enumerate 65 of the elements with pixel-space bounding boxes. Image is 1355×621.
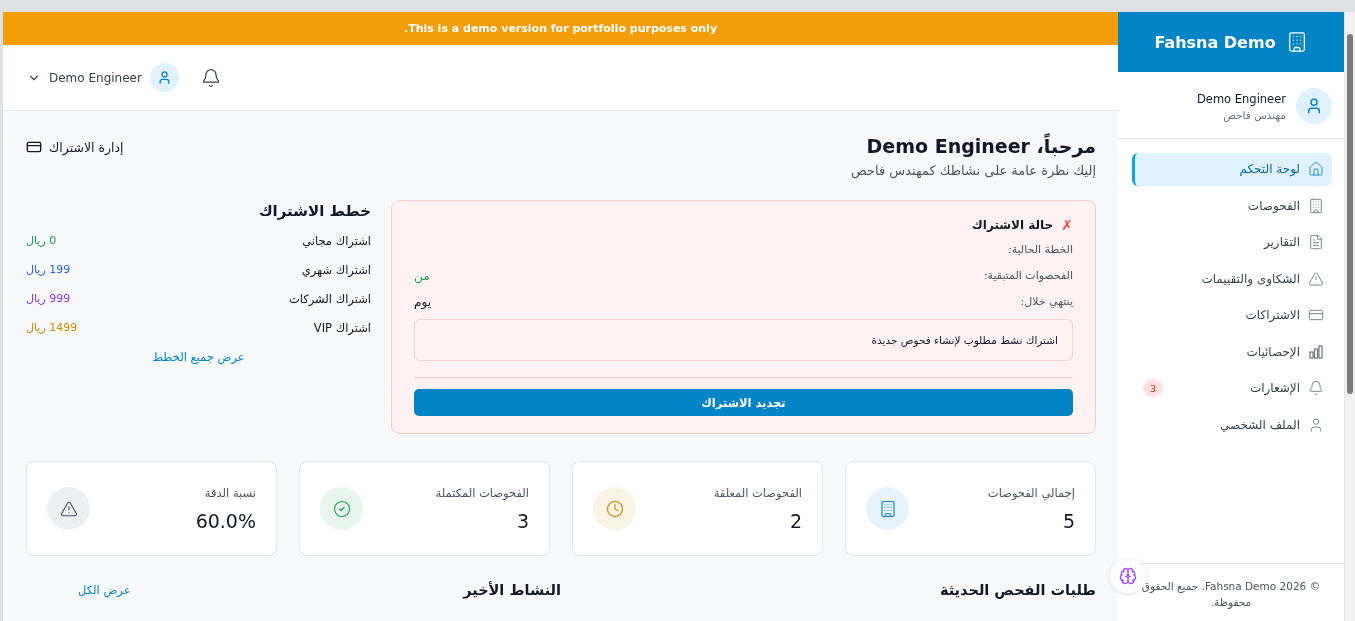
stat-value: 5 <box>1061 509 1075 532</box>
nav-item[interactable]: الفحوصات <box>1132 189 1332 222</box>
nav-item[interactable]: الإحصائيات <box>1132 335 1332 368</box>
plan-price: 999 ريال <box>26 292 71 305</box>
user-menu[interactable]: Demo Engineer <box>27 63 179 92</box>
nav-item[interactable]: الملف الشخصي <box>1132 408 1332 441</box>
user-icon <box>1308 416 1324 433</box>
status-value: يوم <box>414 295 431 311</box>
renew-button[interactable]: تجديد الاشتراك <box>414 389 1073 416</box>
stat-value: 2 <box>788 509 802 532</box>
notifications-button[interactable] <box>200 67 221 88</box>
welcome-title: مرحباً، Demo Engineer <box>865 135 1096 157</box>
plan-name: اشتراك شهري <box>301 263 371 277</box>
status-mark: ✗ <box>1061 217 1073 233</box>
document-icon <box>1308 234 1324 251</box>
building-icon <box>1308 197 1324 214</box>
plan-name: اشتراك مجاني <box>302 234 371 248</box>
view-all-link[interactable]: عرض الكل <box>78 583 131 597</box>
stat-value: 60.0% <box>195 509 256 532</box>
building-icon <box>878 499 897 518</box>
status-title: حالة الاشتراك <box>971 218 1054 232</box>
warning-icon <box>1308 270 1324 287</box>
welcome-subtitle: إليك نظرة عامة على نشاطك كمهندس فاحص <box>851 163 1096 178</box>
copyright-text: © Fahsna Demo 2026. جميع الحقوق محفوظة. <box>1140 579 1322 610</box>
bar-chart-icon <box>1308 343 1324 360</box>
stat-label: الفحوصات المكتملة <box>435 485 529 500</box>
stat-label: الفحوصات المعلقة <box>713 485 802 500</box>
home-icon <box>1308 161 1324 178</box>
plan-name: اشتراك VIP <box>313 321 371 335</box>
nav-item[interactable]: لوحة التحكم <box>1132 153 1332 186</box>
avatar <box>1296 88 1332 124</box>
plan-price: 1499 ريال <box>26 321 78 334</box>
plan-price: 199 ريال <box>26 263 71 276</box>
section-title: النشاط الأخير <box>463 582 561 598</box>
stat-label: نسبة الدقة <box>203 485 256 500</box>
status-label: ينتهي خلال: <box>1020 295 1073 310</box>
plan-name: اشتراك الشركات <box>288 292 371 306</box>
section-title: طلبات الفحص الحديثة <box>939 582 1096 598</box>
scrollbar[interactable] <box>1345 12 1355 621</box>
plan-price: 0 ريال <box>26 234 57 247</box>
user-name: Demo Engineer <box>1196 91 1286 106</box>
status-value: من <box>414 269 430 285</box>
card-icon <box>26 139 42 155</box>
banner-text: This is a demo version for portfolio purposes only. <box>403 22 718 35</box>
status-label: الفحصوات المتبقية: <box>983 269 1073 284</box>
stat-label: إجمالي الفحوصات <box>987 485 1075 500</box>
plans-title: خطط الاشتراك <box>257 202 371 220</box>
check-circle-icon <box>332 499 351 518</box>
brand-name: Fahsna Demo <box>1154 32 1276 52</box>
stat-value: 3 <box>515 509 529 532</box>
nav-item[interactable]: التقارير <box>1132 226 1332 259</box>
avatar <box>149 63 179 92</box>
warning-icon <box>59 499 78 518</box>
clock-icon <box>605 499 624 518</box>
nav-item[interactable]: الاشتراكات <box>1132 299 1332 332</box>
notification-count: 3 <box>1143 379 1163 398</box>
nav-item[interactable]: الشكاوى والتقييمات <box>1132 262 1332 295</box>
brain-icon <box>1119 567 1137 585</box>
notice-text: اشتراك نشط مطلوب لإنشاء فحوص جديدة <box>414 319 1073 361</box>
bell-icon <box>1308 380 1324 397</box>
status-label: الخطة الحالية: <box>1007 243 1073 258</box>
bell-icon <box>200 67 221 88</box>
all-plans-link[interactable]: عرض جميع الخطط <box>152 350 245 364</box>
user-role: مهندس فاحص <box>1222 108 1286 121</box>
manage-subscription-link[interactable]: إدارة الاشتراك <box>26 139 124 155</box>
